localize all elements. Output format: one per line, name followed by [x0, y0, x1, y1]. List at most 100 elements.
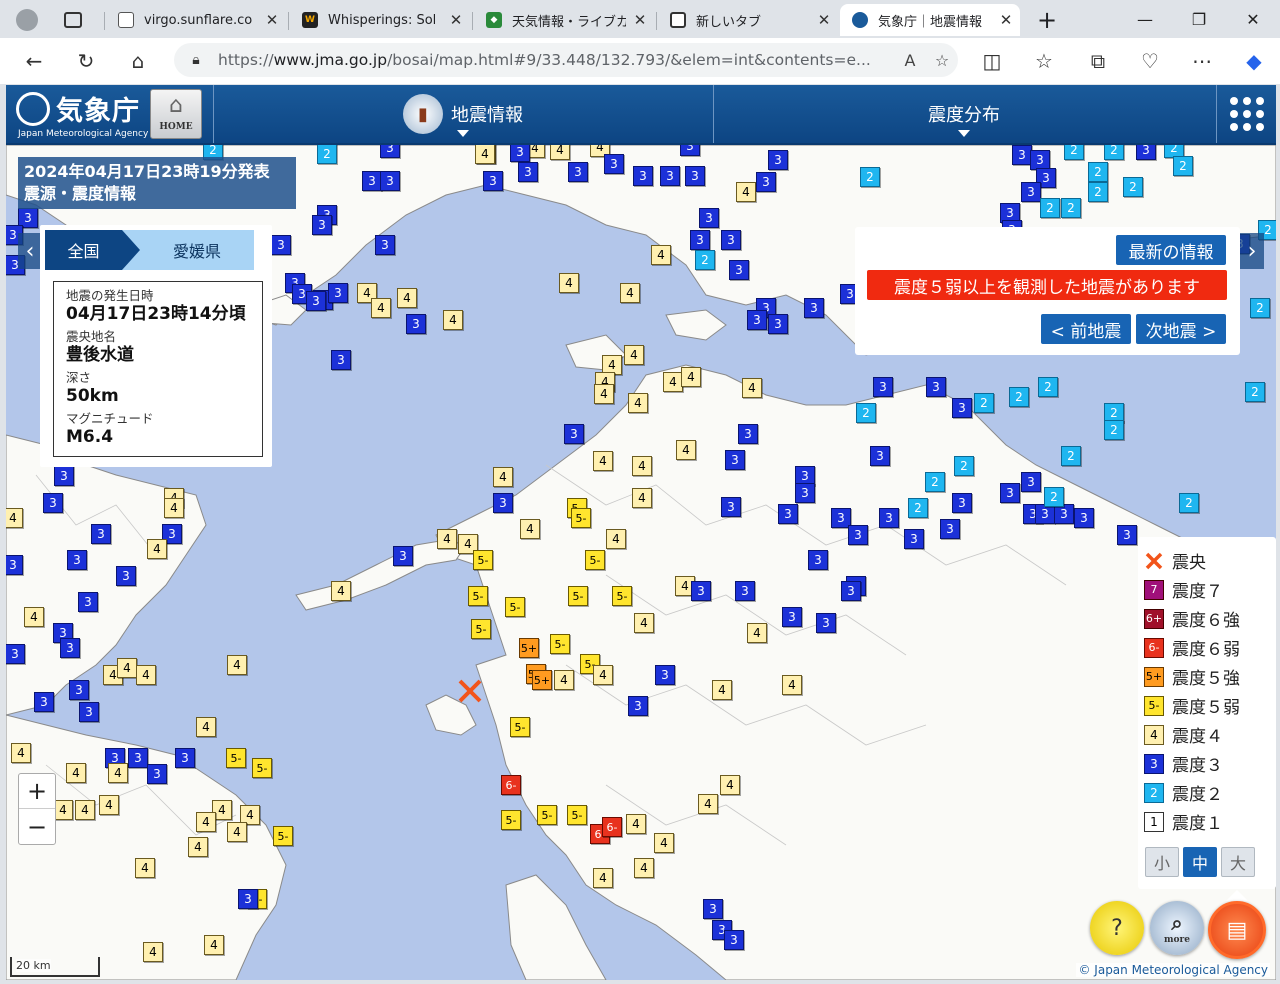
station-intensity-marker[interactable]: 3 [1054, 504, 1074, 524]
station-intensity-marker[interactable]: 3 [725, 450, 745, 470]
station-intensity-marker[interactable]: 5- [510, 717, 530, 737]
station-intensity-marker[interactable]: 5- [567, 805, 587, 825]
station-intensity-marker[interactable]: 3 [147, 764, 167, 784]
station-intensity-marker[interactable]: 3 [729, 260, 749, 280]
station-intensity-marker[interactable]: 5- [273, 826, 293, 846]
browser-essentials-icon[interactable]: ♡ [1134, 45, 1166, 77]
station-intensity-marker[interactable]: 3 [518, 162, 538, 182]
station-intensity-marker[interactable]: 2 [695, 250, 715, 270]
station-intensity-marker[interactable]: 5- [471, 619, 491, 639]
home-icon[interactable]: ⌂ [122, 45, 154, 77]
station-intensity-marker[interactable]: 4 [99, 795, 119, 815]
station-intensity-marker[interactable]: 4 [204, 935, 224, 955]
read-aloud-icon[interactable]: A [894, 51, 926, 70]
station-intensity-marker[interactable]: 4 [626, 814, 646, 834]
station-intensity-marker[interactable]: 3 [375, 235, 395, 255]
tab-nationwide[interactable]: 全国 [40, 230, 140, 270]
station-intensity-marker[interactable]: 3 [628, 696, 648, 716]
station-intensity-marker[interactable]: 5- [468, 586, 488, 606]
station-intensity-marker[interactable]: 5+ [532, 670, 552, 690]
station-intensity-marker[interactable]: 2 [1123, 177, 1143, 197]
station-intensity-marker[interactable]: 4 [520, 519, 540, 539]
station-intensity-marker[interactable]: 4 [698, 794, 718, 814]
back-arrow-icon[interactable]: ← [18, 45, 50, 77]
station-intensity-marker[interactable]: 3 [747, 310, 767, 330]
zoom-in-button[interactable]: + [19, 774, 55, 809]
station-intensity-marker[interactable]: 3 [768, 150, 788, 170]
station-intensity-marker[interactable]: 2 [1064, 145, 1084, 160]
station-intensity-marker[interactable]: 3 [380, 171, 400, 191]
station-intensity-marker[interactable]: 4 [437, 529, 457, 549]
station-intensity-marker[interactable]: 3 [493, 493, 513, 513]
reload-icon[interactable]: ↻ [70, 45, 102, 77]
station-intensity-marker[interactable]: 5- [252, 758, 272, 778]
station-intensity-marker[interactable]: 2 [1009, 387, 1029, 407]
station-intensity-marker[interactable]: 3 [848, 525, 868, 545]
station-intensity-marker[interactable]: 4 [681, 367, 701, 387]
chevron-right-icon[interactable]: › [1240, 233, 1264, 269]
station-intensity-marker[interactable]: 2 [1040, 198, 1060, 218]
station-intensity-marker[interactable]: 3 [564, 424, 584, 444]
address-bar[interactable]: 🔒︎ https://www.jma.go.jp/bosai/map.html#… [174, 43, 958, 77]
station-intensity-marker[interactable]: 3 [721, 230, 741, 250]
url-text[interactable]: https://www.jma.go.jp/bosai/map.html#9/3… [218, 51, 894, 69]
station-intensity-marker[interactable]: 2 [1173, 156, 1193, 176]
station-intensity-marker[interactable]: 4 [559, 273, 579, 293]
station-intensity-marker[interactable]: 4 [164, 498, 184, 518]
home-button[interactable]: ⌂ HOME [150, 89, 202, 139]
station-intensity-marker[interactable]: 3 [406, 314, 426, 334]
favorite-star-icon[interactable]: ☆ [926, 51, 958, 70]
new-tab-button[interactable]: + [1030, 4, 1064, 36]
station-intensity-marker[interactable]: 4 [550, 145, 570, 160]
chevron-left-icon[interactable]: ‹ [18, 233, 42, 269]
station-intensity-marker[interactable]: 3 [78, 592, 98, 612]
tab-jma-active[interactable]: 気象庁｜地震情報 ✕ [840, 4, 1020, 36]
station-intensity-marker[interactable]: 4 [117, 658, 137, 678]
station-intensity-marker[interactable]: 3 [312, 215, 332, 235]
station-intensity-marker[interactable]: 5- [226, 748, 246, 768]
station-intensity-marker[interactable]: 3 [680, 145, 700, 156]
station-intensity-marker[interactable]: 4 [736, 182, 756, 202]
station-intensity-marker[interactable]: 4 [747, 623, 767, 643]
tab-whisperings[interactable]: W Whisperings: Sol ✕ [290, 4, 470, 36]
station-intensity-marker[interactable]: 4 [24, 607, 44, 627]
station-intensity-marker[interactable]: 5- [537, 805, 557, 825]
close-icon[interactable]: ✕ [258, 11, 286, 29]
minimize-icon[interactable]: — [1118, 0, 1172, 38]
station-intensity-marker[interactable]: 3 [128, 748, 148, 768]
station-intensity-marker[interactable]: 3 [804, 298, 824, 318]
station-intensity-marker[interactable]: 3 [510, 145, 530, 162]
station-intensity-marker[interactable]: 4 [196, 812, 216, 832]
station-intensity-marker[interactable]: 3 [238, 889, 258, 909]
station-intensity-marker[interactable]: 3 [380, 145, 400, 158]
station-intensity-marker[interactable]: 3 [756, 172, 776, 192]
station-intensity-marker[interactable]: 2 [1245, 382, 1265, 402]
station-intensity-marker[interactable]: 3 [1021, 472, 1041, 492]
station-intensity-marker[interactable]: 5- [501, 810, 521, 830]
station-intensity-marker[interactable]: 4 [188, 837, 208, 857]
close-icon[interactable]: ✕ [442, 11, 470, 29]
station-intensity-marker[interactable]: 4 [651, 245, 671, 265]
station-intensity-marker[interactable]: 3 [699, 208, 719, 228]
station-intensity-marker[interactable]: 5- [612, 586, 632, 606]
station-intensity-marker[interactable]: 4 [593, 451, 613, 471]
station-intensity-marker[interactable]: 2 [1179, 493, 1199, 513]
tab-newtab[interactable]: 新しいタブ ✕ [658, 4, 838, 36]
station-intensity-marker[interactable]: 4 [397, 288, 417, 308]
intensity-map[interactable]: 2344443233333334323333333333234333333334… [6, 145, 1276, 980]
station-intensity-marker[interactable]: 4 [53, 800, 73, 820]
station-intensity-marker[interactable]: 4 [371, 298, 391, 318]
station-intensity-marker[interactable]: 4 [475, 145, 495, 164]
station-intensity-marker[interactable]: 3 [685, 166, 705, 186]
window-close-icon[interactable]: ✕ [1226, 0, 1280, 38]
next-quake-button[interactable]: 次地震 > [1136, 314, 1226, 344]
station-intensity-marker[interactable]: 5- [505, 597, 525, 617]
station-intensity-marker[interactable]: 2 [1250, 298, 1270, 318]
station-intensity-marker[interactable]: 4 [624, 345, 644, 365]
station-intensity-marker[interactable]: 4 [6, 508, 23, 528]
station-intensity-marker[interactable]: 3 [660, 166, 680, 186]
station-intensity-marker[interactable]: 3 [67, 550, 87, 570]
station-intensity-marker[interactable]: 5- [568, 586, 588, 606]
station-intensity-marker[interactable]: 3 [1117, 525, 1137, 545]
station-intensity-marker[interactable]: 6- [602, 817, 622, 837]
